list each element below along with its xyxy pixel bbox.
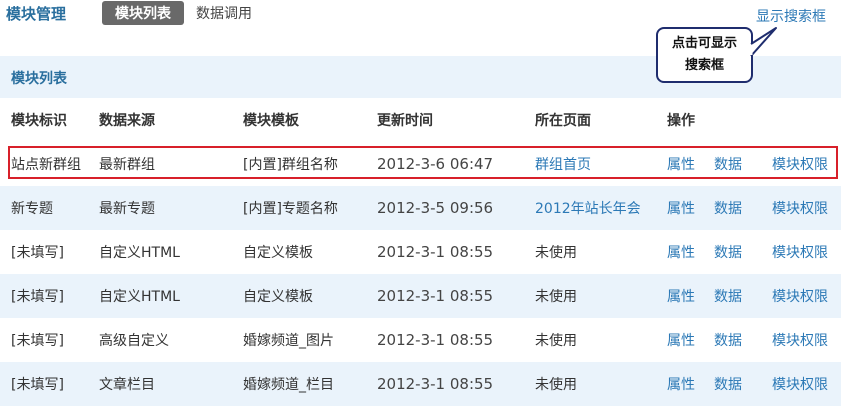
cell-source: 最新专题 xyxy=(99,201,155,217)
table-row: 新专题 最新专题 [内置]专题名称 2012-3-5 09:56 2012年站长… xyxy=(0,186,841,230)
cell-page-status: 未使用 xyxy=(535,333,577,349)
action-permissions[interactable]: 模块权限 xyxy=(772,186,828,230)
cell-page-status: 未使用 xyxy=(535,289,577,305)
cell-updated: 2012-3-1 08:55 xyxy=(377,287,494,305)
cell-source: 高级自定义 xyxy=(99,333,169,349)
cell-template: [内置]群组名称 xyxy=(243,157,338,173)
cell-source: 文章栏目 xyxy=(99,377,155,393)
action-permissions[interactable]: 模块权限 xyxy=(772,274,828,318)
action-properties[interactable]: 属性 xyxy=(667,186,695,230)
action-data[interactable]: 数据 xyxy=(714,230,742,274)
cell-module-id: [未填写] xyxy=(11,377,64,393)
cell-module-id: [未填写] xyxy=(11,289,64,305)
action-data[interactable]: 数据 xyxy=(714,362,742,406)
cell-page-status: 未使用 xyxy=(535,377,577,393)
cell-updated: 2012-3-6 06:47 xyxy=(377,155,494,173)
action-permissions[interactable]: 模块权限 xyxy=(772,230,828,274)
cell-source: 自定义HTML xyxy=(99,289,180,305)
cell-module-id: 站点新群组 xyxy=(11,157,81,173)
cell-updated: 2012-3-1 08:55 xyxy=(377,331,494,349)
cell-module-id: [未填写] xyxy=(11,333,64,349)
action-permissions[interactable]: 模块权限 xyxy=(772,362,828,406)
cell-updated: 2012-3-1 08:55 xyxy=(377,375,494,393)
cell-module-id: 新专题 xyxy=(11,201,53,217)
action-data[interactable]: 数据 xyxy=(714,186,742,230)
cell-updated: 2012-3-1 08:55 xyxy=(377,243,494,261)
table-row: 站点新群组 最新群组 [内置]群组名称 2012-3-6 06:47 群组首页 … xyxy=(0,142,841,186)
table-row: [未填写] 高级自定义 婚嫁频道_图片 2012-3-1 08:55 未使用 属… xyxy=(0,318,841,362)
cell-updated: 2012-3-5 09:56 xyxy=(377,199,494,217)
cell-source: 最新群组 xyxy=(99,157,155,173)
cell-template: 自定义模板 xyxy=(243,245,313,261)
cell-page-link[interactable]: 群组首页 xyxy=(535,142,591,186)
action-data[interactable]: 数据 xyxy=(714,318,742,362)
action-permissions[interactable]: 模块权限 xyxy=(772,318,828,362)
action-properties[interactable]: 属性 xyxy=(667,274,695,318)
action-permissions[interactable]: 模块权限 xyxy=(772,142,828,186)
callout-pointer xyxy=(749,27,777,57)
cell-page-status: 未使用 xyxy=(535,245,577,261)
action-properties[interactable]: 属性 xyxy=(667,318,695,362)
action-data[interactable]: 数据 xyxy=(714,142,742,186)
action-properties[interactable]: 属性 xyxy=(667,142,695,186)
table-row: [未填写] 文章栏目 婚嫁频道_栏目 2012-3-1 08:55 未使用 属性… xyxy=(0,362,841,406)
cell-page-link[interactable]: 2012年站长年会 xyxy=(535,186,641,230)
cell-module-id: [未填写] xyxy=(11,245,64,261)
cell-template: 自定义模板 xyxy=(243,289,313,305)
action-data[interactable]: 数据 xyxy=(714,274,742,318)
cell-template: 婚嫁频道_图片 xyxy=(243,333,334,349)
cell-template: 婚嫁频道_栏目 xyxy=(243,377,334,393)
cell-template: [内置]专题名称 xyxy=(243,201,338,217)
table-row: [未填写] 自定义HTML 自定义模板 2012-3-1 08:55 未使用 属… xyxy=(0,230,841,274)
cell-source: 自定义HTML xyxy=(99,245,180,261)
table-row: [未填写] 自定义HTML 自定义模板 2012-3-1 08:55 未使用 属… xyxy=(0,274,841,318)
action-properties[interactable]: 属性 xyxy=(667,230,695,274)
action-properties[interactable]: 属性 xyxy=(667,362,695,406)
